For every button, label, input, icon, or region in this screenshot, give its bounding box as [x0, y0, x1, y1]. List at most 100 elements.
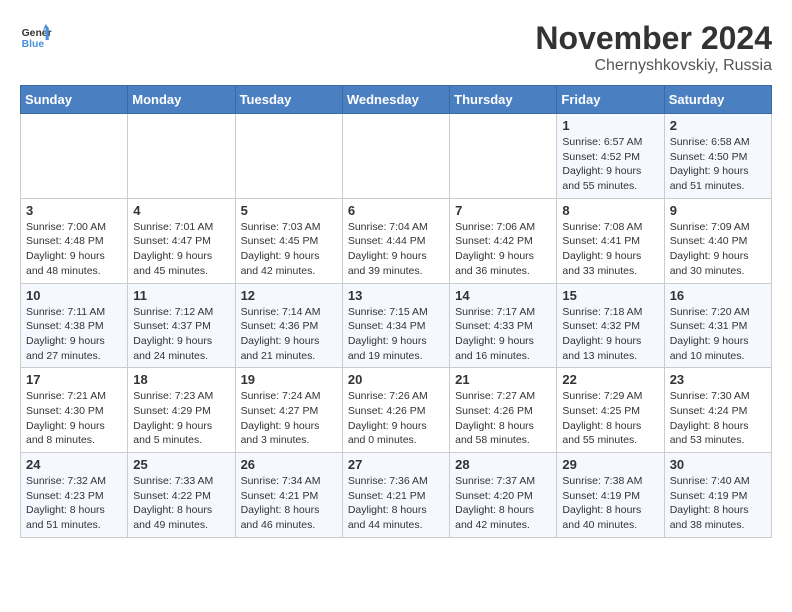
- day-info-15: Sunrise: 7:18 AM Sunset: 4:32 PM Dayligh…: [562, 305, 658, 364]
- day-info-27: Sunrise: 7:36 AM Sunset: 4:21 PM Dayligh…: [348, 474, 444, 533]
- day-number-15: 15: [562, 288, 658, 303]
- day-info-21: Sunrise: 7:27 AM Sunset: 4:26 PM Dayligh…: [455, 389, 551, 448]
- calendar-day-7: 7 Sunrise: 7:06 AM Sunset: 4:42 PM Daylig…: [450, 198, 557, 283]
- calendar-empty-cell: [450, 114, 557, 199]
- calendar-week-5: 24 Sunrise: 7:32 AM Sunset: 4:23 PM Dayli…: [21, 453, 772, 538]
- day-number-22: 22: [562, 372, 658, 387]
- calendar-day-25: 25Sunrise: 7:33 AM Sunset: 4:22 PM Dayli…: [128, 453, 235, 538]
- logo-icon: General Blue: [20, 20, 52, 52]
- day-number-3: 3: [26, 203, 122, 218]
- day-number-6: 6: [348, 203, 444, 218]
- calendar-day-8: 8 Sunrise: 7:08 AM Sunset: 4:41 PM Daylig…: [557, 198, 664, 283]
- calendar-day-22: 22 Sunrise: 7:29 AM Sunset: 4:25 PM Dayli…: [557, 368, 664, 453]
- day-number-24: 24: [26, 457, 122, 472]
- day-info-2: Sunrise: 6:58 AM Sunset: 4:50 PM Dayligh…: [670, 135, 766, 194]
- day-info-6: Sunrise: 7:04 AM Sunset: 4:44 PM Dayligh…: [348, 220, 444, 279]
- day-number-2: 2: [670, 118, 766, 133]
- calendar-day-6: 6 Sunrise: 7:04 AM Sunset: 4:44 PM Daylig…: [342, 198, 449, 283]
- day-number-1: 1: [562, 118, 658, 133]
- day-info-19: Sunrise: 7:24 AM Sunset: 4:27 PM Dayligh…: [241, 389, 337, 448]
- calendar-day-5: 5 Sunrise: 7:03 AM Sunset: 4:45 PM Daylig…: [235, 198, 342, 283]
- day-info-1: Sunrise: 6:57 AM Sunset: 4:52 PM Dayligh…: [562, 135, 658, 194]
- day-number-18: 18: [133, 372, 229, 387]
- day-number-26: 26: [241, 457, 337, 472]
- calendar-day-13: 13Sunrise: 7:15 AM Sunset: 4:34 PM Dayli…: [342, 283, 449, 368]
- day-number-10: 10: [26, 288, 122, 303]
- day-info-10: Sunrise: 7:11 AM Sunset: 4:38 PM Dayligh…: [26, 305, 122, 364]
- calendar-day-17: 17 Sunrise: 7:21 AM Sunset: 4:30 PM Dayli…: [21, 368, 128, 453]
- weekday-header-tuesday: Tuesday: [235, 86, 342, 114]
- weekday-header-row: SundayMondayTuesdayWednesdayThursdayFrid…: [21, 86, 772, 114]
- day-number-20: 20: [348, 372, 444, 387]
- calendar-day-4: 4Sunrise: 7:01 AM Sunset: 4:47 PM Daylig…: [128, 198, 235, 283]
- calendar-day-30: 30Sunrise: 7:40 AM Sunset: 4:19 PM Dayli…: [664, 453, 771, 538]
- day-number-17: 17: [26, 372, 122, 387]
- day-number-14: 14: [455, 288, 551, 303]
- day-number-28: 28: [455, 457, 551, 472]
- calendar-day-2: 2 Sunrise: 6:58 AM Sunset: 4:50 PM Daylig…: [664, 114, 771, 199]
- calendar-week-4: 17 Sunrise: 7:21 AM Sunset: 4:30 PM Dayli…: [21, 368, 772, 453]
- calendar-empty-cell: [235, 114, 342, 199]
- day-info-18: Sunrise: 7:23 AM Sunset: 4:29 PM Dayligh…: [133, 389, 229, 448]
- location-title: Chernyshkovskiy, Russia: [535, 57, 772, 75]
- calendar-day-16: 16 Sunrise: 7:20 AM Sunset: 4:31 PM Dayli…: [664, 283, 771, 368]
- day-info-20: Sunrise: 7:26 AM Sunset: 4:26 PM Dayligh…: [348, 389, 444, 448]
- day-info-16: Sunrise: 7:20 AM Sunset: 4:31 PM Dayligh…: [670, 305, 766, 364]
- weekday-header-friday: Friday: [557, 86, 664, 114]
- calendar-day-28: 28 Sunrise: 7:37 AM Sunset: 4:20 PM Dayli…: [450, 453, 557, 538]
- weekday-header-monday: Monday: [128, 86, 235, 114]
- month-title: November 2024: [535, 20, 772, 57]
- day-number-25: 25: [133, 457, 229, 472]
- day-number-12: 12: [241, 288, 337, 303]
- day-info-14: Sunrise: 7:17 AM Sunset: 4:33 PM Dayligh…: [455, 305, 551, 364]
- calendar-day-19: 19Sunrise: 7:24 AM Sunset: 4:27 PM Dayli…: [235, 368, 342, 453]
- day-info-24: Sunrise: 7:32 AM Sunset: 4:23 PM Dayligh…: [26, 474, 122, 533]
- day-info-30: Sunrise: 7:40 AM Sunset: 4:19 PM Dayligh…: [670, 474, 766, 533]
- calendar-week-3: 10 Sunrise: 7:11 AM Sunset: 4:38 PM Dayli…: [21, 283, 772, 368]
- day-info-11: Sunrise: 7:12 AM Sunset: 4:37 PM Dayligh…: [133, 305, 229, 364]
- calendar-day-10: 10 Sunrise: 7:11 AM Sunset: 4:38 PM Dayli…: [21, 283, 128, 368]
- day-info-9: Sunrise: 7:09 AM Sunset: 4:40 PM Dayligh…: [670, 220, 766, 279]
- day-number-5: 5: [241, 203, 337, 218]
- calendar-empty-cell: [128, 114, 235, 199]
- day-number-9: 9: [670, 203, 766, 218]
- calendar-day-14: 14 Sunrise: 7:17 AM Sunset: 4:33 PM Dayli…: [450, 283, 557, 368]
- calendar-day-20: 20 Sunrise: 7:26 AM Sunset: 4:26 PM Dayli…: [342, 368, 449, 453]
- day-number-21: 21: [455, 372, 551, 387]
- day-info-12: Sunrise: 7:14 AM Sunset: 4:36 PM Dayligh…: [241, 305, 337, 364]
- calendar-day-3: 3 Sunrise: 7:00 AM Sunset: 4:48 PM Daylig…: [21, 198, 128, 283]
- day-number-16: 16: [670, 288, 766, 303]
- day-info-8: Sunrise: 7:08 AM Sunset: 4:41 PM Dayligh…: [562, 220, 658, 279]
- day-number-29: 29: [562, 457, 658, 472]
- day-info-23: Sunrise: 7:30 AM Sunset: 4:24 PM Dayligh…: [670, 389, 766, 448]
- svg-text:Blue: Blue: [22, 39, 45, 50]
- logo: General Blue: [20, 20, 52, 52]
- day-number-7: 7: [455, 203, 551, 218]
- calendar-empty-cell: [21, 114, 128, 199]
- weekday-header-wednesday: Wednesday: [342, 86, 449, 114]
- day-number-11: 11: [133, 288, 229, 303]
- calendar-empty-cell: [342, 114, 449, 199]
- day-info-13: Sunrise: 7:15 AM Sunset: 4:34 PM Dayligh…: [348, 305, 444, 364]
- day-info-4: Sunrise: 7:01 AM Sunset: 4:47 PM Dayligh…: [133, 220, 229, 279]
- weekday-header-sunday: Sunday: [21, 86, 128, 114]
- calendar-table: SundayMondayTuesdayWednesdayThursdayFrid…: [20, 85, 772, 538]
- day-info-3: Sunrise: 7:00 AM Sunset: 4:48 PM Dayligh…: [26, 220, 122, 279]
- day-info-26: Sunrise: 7:34 AM Sunset: 4:21 PM Dayligh…: [241, 474, 337, 533]
- calendar-day-12: 12 Sunrise: 7:14 AM Sunset: 4:36 PM Dayli…: [235, 283, 342, 368]
- weekday-header-saturday: Saturday: [664, 86, 771, 114]
- header: General Blue November 2024 Chernyshkovsk…: [20, 20, 772, 75]
- weekday-header-thursday: Thursday: [450, 86, 557, 114]
- day-number-27: 27: [348, 457, 444, 472]
- day-info-7: Sunrise: 7:06 AM Sunset: 4:42 PM Dayligh…: [455, 220, 551, 279]
- day-info-28: Sunrise: 7:37 AM Sunset: 4:20 PM Dayligh…: [455, 474, 551, 533]
- day-number-8: 8: [562, 203, 658, 218]
- calendar-day-26: 26 Sunrise: 7:34 AM Sunset: 4:21 PM Dayli…: [235, 453, 342, 538]
- day-info-22: Sunrise: 7:29 AM Sunset: 4:25 PM Dayligh…: [562, 389, 658, 448]
- calendar-day-15: 15 Sunrise: 7:18 AM Sunset: 4:32 PM Dayli…: [557, 283, 664, 368]
- day-info-5: Sunrise: 7:03 AM Sunset: 4:45 PM Dayligh…: [241, 220, 337, 279]
- day-info-17: Sunrise: 7:21 AM Sunset: 4:30 PM Dayligh…: [26, 389, 122, 448]
- day-info-29: Sunrise: 7:38 AM Sunset: 4:19 PM Dayligh…: [562, 474, 658, 533]
- calendar-day-9: 9 Sunrise: 7:09 AM Sunset: 4:40 PM Daylig…: [664, 198, 771, 283]
- calendar-day-24: 24 Sunrise: 7:32 AM Sunset: 4:23 PM Dayli…: [21, 453, 128, 538]
